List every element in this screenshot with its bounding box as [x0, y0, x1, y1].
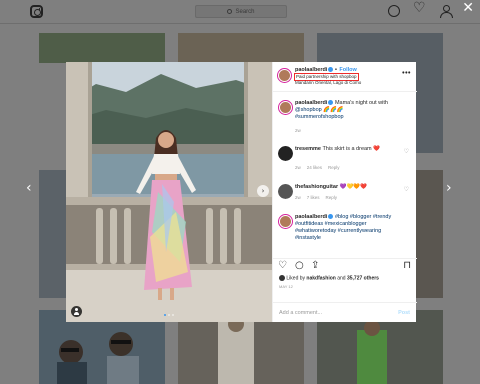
liker-username[interactable]: nakdfashion — [306, 275, 335, 281]
comment-meta: 2w 24 likes Reply — [295, 165, 340, 170]
comment-username[interactable]: thefashionguitar — [295, 184, 338, 190]
comment-bubble-icon[interactable]: ○ — [295, 261, 304, 271]
heart-icon[interactable] — [413, 0, 426, 17]
post-date: MAY 12 — [279, 284, 293, 289]
comment-input[interactable]: Add a comment... — [279, 310, 322, 316]
avatar[interactable] — [278, 184, 293, 199]
carousel-dot — [172, 314, 174, 316]
location-link[interactable]: Mandarin Oriental, Lago di Como — [295, 80, 361, 85]
grid-thumbnail[interactable] — [39, 170, 66, 298]
previous-post-arrow-icon[interactable]: ‹ — [26, 180, 32, 196]
comment-text: tresemme This skirt is a dream ❤️ — [295, 146, 381, 152]
avatar[interactable] — [278, 146, 293, 161]
grid-thumbnail[interactable] — [416, 170, 443, 298]
grid-thumbnail[interactable] — [39, 33, 165, 63]
search-input[interactable]: Search — [195, 5, 287, 18]
grid-thumbnail[interactable] — [178, 33, 304, 63]
comment-meta: 2w 7 likes Reply — [295, 195, 338, 200]
close-icon[interactable]: ✕ — [462, 0, 474, 16]
comment-username[interactable]: paolaalberdi — [295, 214, 327, 220]
like-comment-icon[interactable]: ♡ — [404, 186, 409, 193]
instagram-camera-icon[interactable] — [30, 5, 43, 18]
comment-composer: Add a comment... Post — [273, 302, 417, 322]
carousel-indicator — [164, 314, 174, 316]
bookmark-icon[interactable]: ⊓ — [403, 261, 411, 271]
caption-text: paolaalberdi Mama's night out with @shop… — [295, 100, 388, 120]
reply-button[interactable]: Reply — [328, 165, 340, 170]
post-image — [66, 62, 272, 322]
search-placeholder: Search — [235, 8, 255, 15]
top-nav-icons — [388, 0, 453, 18]
caption-username[interactable]: paolaalberdi — [295, 100, 327, 106]
profile-icon[interactable] — [440, 5, 453, 18]
avatar[interactable] — [277, 68, 292, 83]
more-options-button[interactable]: ••• — [402, 70, 411, 77]
mention-link[interactable]: @shopbop — [295, 107, 322, 113]
liker-avatar — [279, 275, 285, 281]
comment-text: thefashionguitar 💜💛🧡❤️ — [295, 184, 368, 190]
likes-count[interactable]: 35,727 others — [347, 275, 379, 281]
action-bar: ♡ ○ ⇪ ⊓ — [273, 258, 417, 272]
verified-icon — [328, 67, 334, 73]
next-post-arrow-icon[interactable]: › — [446, 180, 452, 196]
avatar[interactable] — [278, 214, 293, 229]
carousel-dot — [168, 314, 170, 316]
carousel-dot — [164, 314, 166, 316]
comments-list: paolaalberdi Mama's night out with @shop… — [273, 94, 417, 252]
avatar[interactable] — [278, 100, 293, 115]
compass-icon[interactable] — [388, 5, 400, 17]
carousel-next-icon[interactable]: › — [257, 185, 269, 197]
caption-time: 2w — [295, 128, 301, 133]
verified-icon — [328, 100, 334, 106]
post-header: paolaalberdi • Follow Paid partnership w… — [273, 62, 417, 92]
verified-icon — [328, 214, 334, 220]
tagged-users-icon[interactable] — [71, 306, 82, 317]
post-comment-button[interactable]: Post — [398, 310, 410, 316]
comment-username[interactable]: tresemme — [295, 146, 321, 152]
post-photo[interactable]: › — [66, 62, 272, 322]
share-icon[interactable]: ⇪ — [311, 261, 319, 271]
likes-summary: Liked by nakdfashion and 35,727 others — [279, 275, 379, 281]
like-comment-icon[interactable]: ♡ — [404, 148, 409, 155]
reply-button[interactable]: Reply — [326, 195, 338, 200]
search-icon — [227, 9, 233, 14]
like-heart-icon[interactable]: ♡ — [278, 261, 287, 271]
post-side-panel: paolaalberdi • Follow Paid partnership w… — [272, 62, 417, 322]
hashtag-link[interactable]: #summerofshopbop — [295, 114, 344, 120]
top-navigation-bar: Search — [0, 0, 480, 24]
comment-text: paolaalberdi #blog #blogger #trendy #out… — [295, 214, 401, 242]
comment-likes[interactable]: 24 likes — [307, 165, 322, 170]
comment-likes[interactable]: 7 likes — [307, 195, 320, 200]
post-modal: › paolaalberdi • Follow Paid partnership… — [66, 62, 417, 322]
